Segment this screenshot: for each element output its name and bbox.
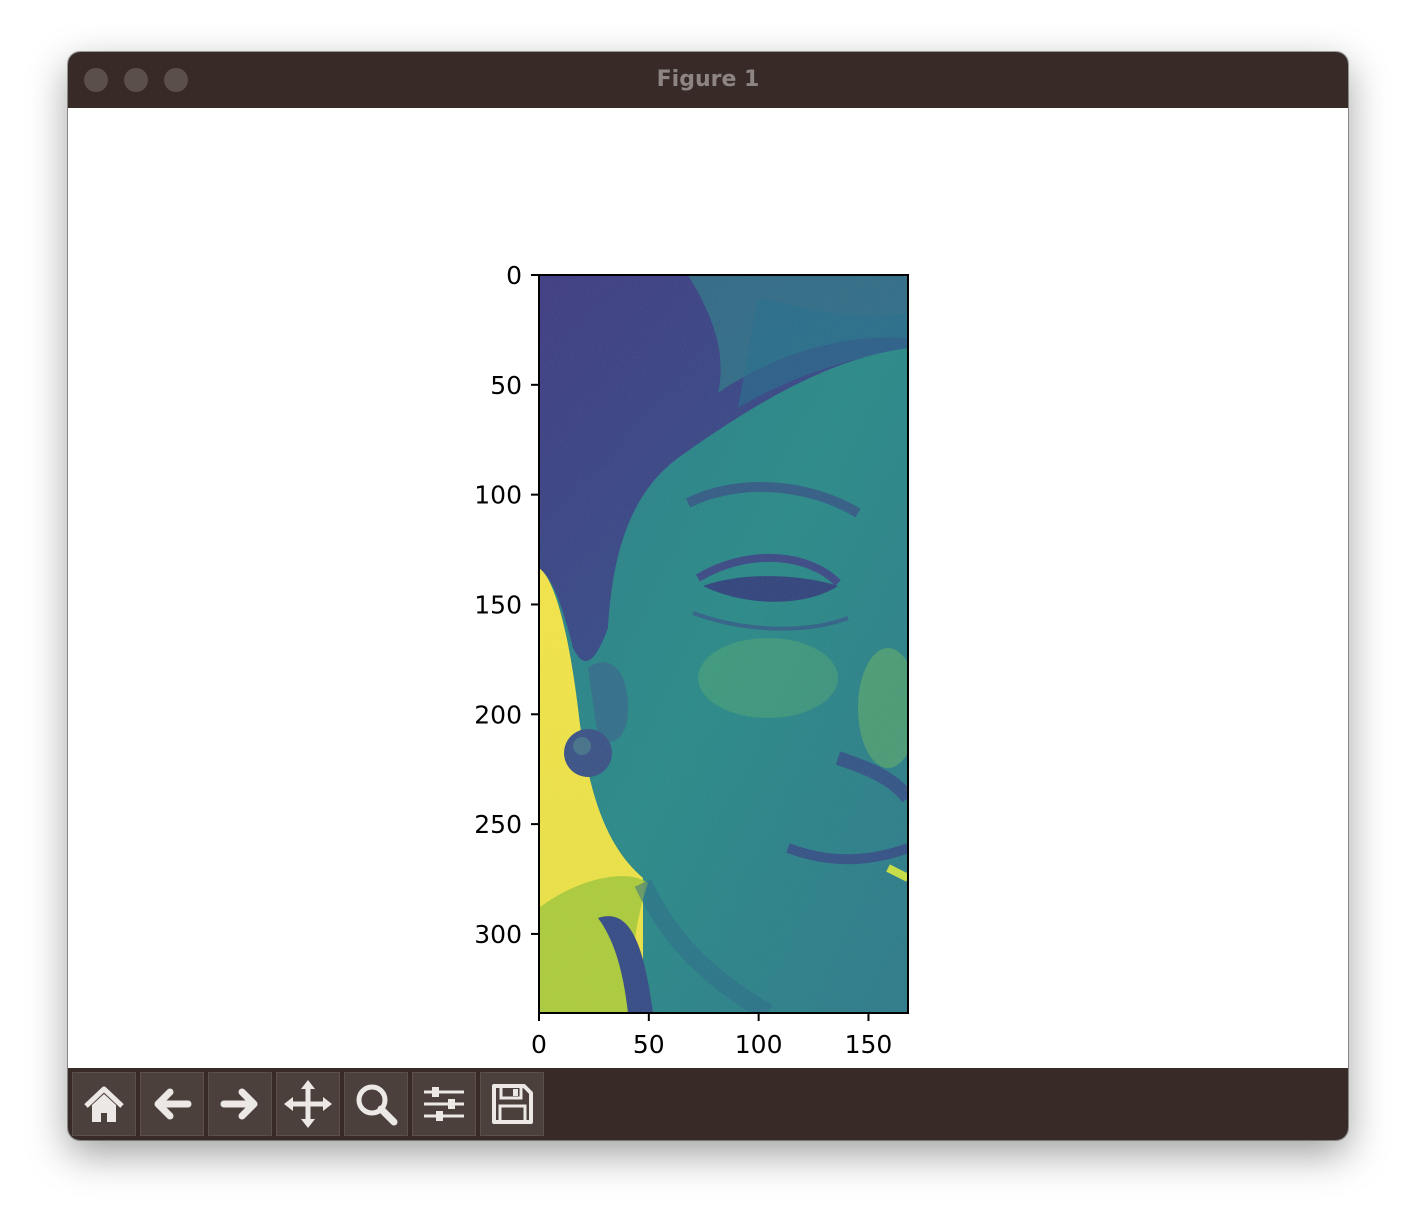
y-tick-label: 0 [506, 261, 522, 290]
x-tick-label: 150 [845, 1030, 893, 1059]
window-title: Figure 1 [656, 67, 760, 92]
sliders-icon [424, 1087, 464, 1121]
magnifier-icon [356, 1084, 398, 1126]
move-icon [284, 1080, 332, 1128]
home-button[interactable] [72, 1072, 136, 1136]
x-tick-label: 100 [735, 1030, 783, 1059]
x-tick-label: 50 [633, 1030, 665, 1059]
save-button[interactable] [480, 1072, 544, 1136]
navigation-toolbar [68, 1068, 1348, 1140]
forward-button[interactable] [208, 1072, 272, 1136]
forward-arrow-icon [220, 1088, 258, 1120]
y-tick-label: 300 [474, 920, 522, 949]
pan-button[interactable] [276, 1072, 340, 1136]
y-tick-label: 250 [474, 810, 522, 839]
home-icon [84, 1086, 124, 1122]
y-tick-label: 50 [490, 371, 522, 400]
x-axis: 0 50 100 150 [531, 1013, 892, 1059]
title-bar: Figure 1 [68, 52, 1348, 108]
back-button[interactable] [140, 1072, 204, 1136]
floppy-disk-icon [492, 1084, 533, 1124]
image-plot [539, 275, 908, 1013]
y-axis: 0 50 100 150 200 250 300 [474, 261, 539, 949]
configure-subplots-button[interactable] [412, 1072, 476, 1136]
zoom-button[interactable] [344, 1072, 408, 1136]
back-arrow-icon [154, 1088, 192, 1120]
y-tick-label: 150 [474, 590, 522, 619]
y-tick-label: 200 [474, 700, 522, 729]
plot-svg: 0 50 100 150 200 250 300 0 50 100 150 [474, 261, 909, 1059]
figure-window: Figure 1 0 50 100 150 200 250 300 0 50 1… [68, 52, 1348, 1140]
figure-canvas[interactable]: 0 50 100 150 200 250 300 0 50 100 150 [68, 108, 1348, 1068]
x-tick-label: 0 [531, 1030, 547, 1059]
y-tick-label: 100 [474, 481, 522, 510]
